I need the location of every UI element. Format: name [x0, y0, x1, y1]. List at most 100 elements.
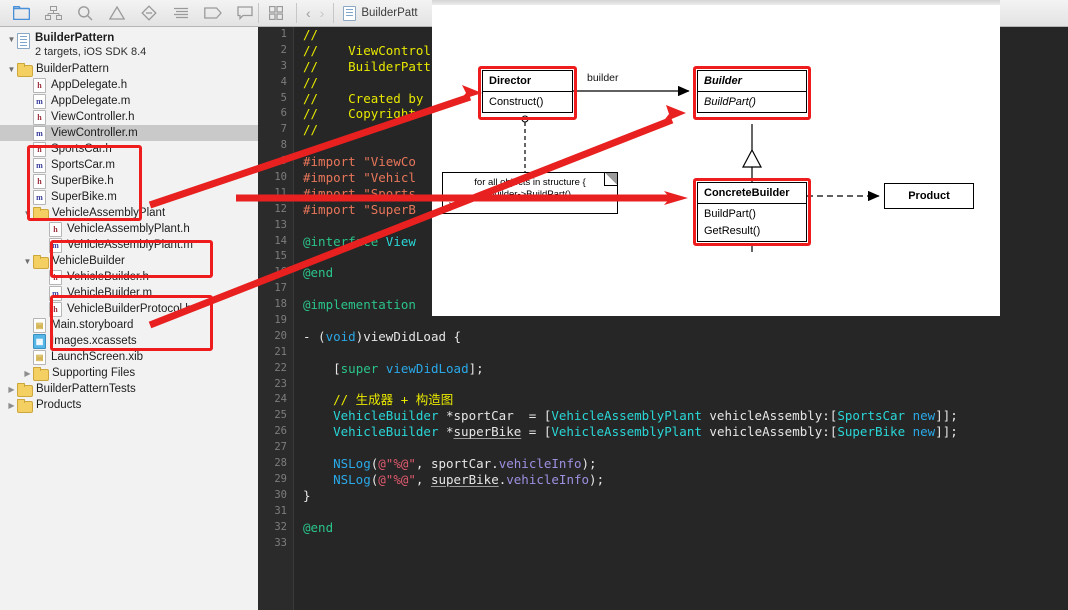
chevron-down-icon[interactable]: ▼: [6, 62, 17, 77]
code-token: super: [340, 360, 379, 376]
code-line-text[interactable]: - (void)viewDidLoad {: [294, 329, 461, 345]
uml-method-concretebuilder-0: BuildPart(): [704, 208, 756, 220]
note-line-1: builder->BuildPart(): [488, 189, 572, 200]
hierarchy-navigator-icon[interactable]: [42, 3, 64, 23]
editor-scrollbar[interactable]: [1056, 27, 1068, 610]
code-line-text[interactable]: //: [294, 27, 318, 43]
tree-row-superbike-h[interactable]: h SuperBike.h: [0, 173, 258, 189]
code-line-text[interactable]: // 生成器 + 构造图: [294, 392, 453, 408]
chevron-down-icon[interactable]: ▼: [22, 206, 33, 221]
chevron-right-icon[interactable]: ▶: [6, 382, 17, 397]
tree-row-superbike-m[interactable]: m SuperBike.m: [0, 189, 258, 205]
issue-navigator-icon[interactable]: [106, 3, 128, 23]
breakpoint-navigator-icon[interactable]: [202, 3, 224, 23]
code-token: @interface: [303, 233, 386, 249]
code-line-text[interactable]: // Copyright: [294, 106, 423, 122]
tree-row-vehicleassemblyplant-m[interactable]: m VehicleAssemblyPlant.m: [0, 237, 258, 253]
code-token: ]];: [935, 408, 958, 424]
line-number: 17: [274, 282, 287, 295]
code-line-text[interactable]: NSLog(@"%@", superBike.vehicleInfo);: [294, 472, 604, 488]
tree-row-viewcontroller-h[interactable]: h ViewController.h: [0, 109, 258, 125]
breadcrumb[interactable]: BuilderPatt: [343, 5, 418, 21]
code-line: 23: [258, 377, 1068, 393]
code-line-text[interactable]: }: [294, 488, 311, 504]
tree-row-vehiclebuilderprotocol-h[interactable]: h VehicleBuilderProtocol.h: [0, 301, 258, 317]
code-token: "Vehicl: [363, 170, 416, 186]
line-number: 5: [280, 91, 287, 104]
file-tree[interactable]: ▼ BuilderPattern h AppDelegate.h m AppDelegat…: [0, 61, 258, 413]
line-number: 23: [274, 377, 287, 390]
code-line-text[interactable]: #import "Vehicl: [294, 170, 416, 186]
code-token: *: [438, 424, 454, 440]
chevron-down-icon[interactable]: ▼: [22, 254, 33, 269]
tree-row-supporting-files[interactable]: ▶ Supporting Files: [0, 365, 258, 381]
tree-row-vehicleassemblyplant-h[interactable]: h VehicleAssemblyPlant.h: [0, 221, 258, 237]
tree-row-label: AppDelegate.h: [51, 79, 128, 91]
tree-row-vehiclebuilder-h[interactable]: h VehicleBuilder.h: [0, 269, 258, 285]
project-header[interactable]: ▼ BuilderPattern 2 targets, iOS SDK 8.4: [0, 27, 258, 61]
tree-row-builderpattern[interactable]: ▼ BuilderPattern: [0, 61, 258, 77]
folder-navigator-icon[interactable]: [10, 3, 32, 23]
code-line-text[interactable]: // BuilderPatt: [294, 59, 431, 75]
code-token: void: [325, 328, 356, 344]
grid-view-icon[interactable]: [265, 3, 287, 23]
code-line-text[interactable]: [super viewDidLoad];: [294, 361, 484, 377]
code-line-text[interactable]: #import "Sports: [294, 186, 416, 202]
code-token: VehicleBuilder: [333, 424, 439, 440]
code-token: @implementation: [303, 297, 424, 313]
jump-bar-divider-left: [296, 3, 297, 23]
line-number: 33: [274, 536, 287, 549]
code-token: , sportCar.: [415, 456, 499, 472]
code-line-text[interactable]: @end: [294, 265, 333, 281]
xcode-window: ‹ › BuilderPatt ▼ BuilderPattern 2 targe…: [0, 0, 1068, 610]
tree-row-appdelegate-m[interactable]: m AppDelegate.m: [0, 93, 258, 109]
code-line-text[interactable]: @end: [294, 520, 333, 536]
tree-row-vehicleassemblyplant[interactable]: ▼ VehicleAssemblyPlant: [0, 205, 258, 221]
tree-row-products[interactable]: ▶ Products: [0, 397, 258, 413]
report-navigator-icon[interactable]: [234, 3, 256, 23]
back-button[interactable]: ‹: [306, 6, 311, 20]
project-navigator[interactable]: ▼ BuilderPattern 2 targets, iOS SDK 8.4 …: [0, 27, 258, 610]
tree-row-launchscreen-xib[interactable]: ▤ LaunchScreen.xib: [0, 349, 258, 365]
line-number: 16: [274, 266, 287, 279]
code-token: #import: [303, 154, 364, 170]
code-token: ,: [415, 471, 431, 487]
file-icon-h: h: [49, 221, 62, 237]
forward-button[interactable]: ›: [320, 6, 325, 20]
code-line-text[interactable]: #import "ViewCo: [294, 154, 416, 170]
code-line-text[interactable]: //: [294, 122, 318, 138]
code-line-text[interactable]: VehicleBuilder *sportCar = [VehicleAssem…: [294, 408, 958, 424]
uml-class-product: Product: [884, 183, 974, 209]
code-line-text[interactable]: // Created by: [294, 91, 423, 107]
code-line-text[interactable]: @interface View: [294, 234, 416, 250]
chevron-right-icon[interactable]: ▶: [22, 366, 33, 381]
tree-row-appdelegate-h[interactable]: h AppDelegate.h: [0, 77, 258, 93]
code-line-text[interactable]: NSLog(@"%@", sportCar.vehicleInfo);: [294, 456, 596, 472]
code-token: vehicleAssembly:[: [701, 424, 838, 440]
search-navigator-icon[interactable]: [74, 3, 96, 23]
tree-row-images-xcassets[interactable]: ▦ Images.xcassets: [0, 333, 258, 349]
code-token: @"%@": [378, 456, 416, 472]
code-token: // 生成器 + 构造图: [303, 392, 454, 408]
code-line-text[interactable]: //: [294, 75, 318, 91]
tree-row-builderpatterntests[interactable]: ▶ BuilderPatternTests: [0, 381, 258, 397]
chevron-right-icon[interactable]: ▶: [6, 398, 17, 413]
code-line-text[interactable]: @implementation: [294, 297, 423, 313]
code-line-text[interactable]: // ViewControl: [294, 43, 431, 59]
code-token: //: [303, 74, 319, 90]
tree-row-label: ViewController.h: [51, 111, 135, 123]
tree-row-sportscar-h[interactable]: h SportsCar.h: [0, 141, 258, 157]
tree-row-vehiclebuilder-m[interactable]: m VehicleBuilder.m: [0, 285, 258, 301]
tree-row-viewcontroller-m[interactable]: m ViewController.m: [0, 125, 258, 141]
tree-row-vehiclebuilder[interactable]: ▼ VehicleBuilder: [0, 253, 258, 269]
code-token: SuperBike: [837, 424, 906, 440]
code-line-text[interactable]: VehicleBuilder *superBike = [VehicleAsse…: [294, 424, 958, 440]
test-navigator-icon[interactable]: [138, 3, 160, 23]
tree-row-main-storyboard[interactable]: ▤ Main.storyboard: [0, 317, 258, 333]
association-label-builder: builder: [587, 72, 619, 84]
code-line-text[interactable]: #import "SuperB: [294, 202, 416, 218]
debug-navigator-icon[interactable]: [170, 3, 192, 23]
tree-row-sportscar-m[interactable]: m SportsCar.m: [0, 157, 258, 173]
chevron-down-icon[interactable]: ▼: [6, 32, 17, 47]
